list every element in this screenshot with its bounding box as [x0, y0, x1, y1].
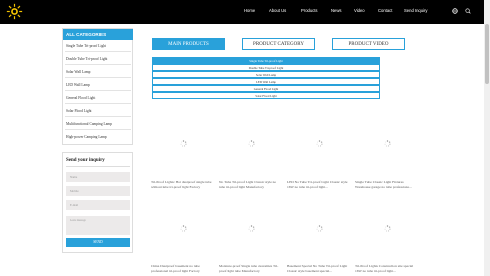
product-caption[interactable]: LED No Tube Tri-proof Light Classic styl… [287, 180, 351, 190]
inquiry-form: Send your inquiry Name Mobile E-mail Lea… [62, 152, 133, 253]
tab-main-products[interactable]: MAIN PRODUCTS [152, 38, 225, 50]
sub-item[interactable]: Solar Flood Light [152, 92, 380, 99]
product-caption[interactable]: Moisture-proof Single tube customize Tri… [219, 264, 283, 274]
loading-spinner-icon [384, 140, 391, 147]
product-caption[interactable]: China Dustproof basement no tube profess… [151, 264, 215, 274]
loading-spinner-icon [180, 140, 187, 147]
scrollbar-thumb[interactable] [485, 24, 489, 84]
category-item[interactable]: High-power Camping Lamp [65, 131, 131, 143]
product-caption[interactable]: Tri-Proof Lights Construction site speci… [355, 264, 419, 274]
logo-icon[interactable] [6, 3, 23, 20]
email-field[interactable]: E-mail [66, 200, 130, 210]
loading-spinner-icon [316, 225, 323, 232]
inquiry-title: Send your inquiry [66, 158, 105, 163]
product-caption[interactable]: Single Tube Classic Light Fixtures Wareh… [355, 180, 419, 190]
message-field[interactable]: Leave message [66, 216, 130, 235]
nav-about-us[interactable]: About Us [269, 8, 286, 14]
product-caption[interactable]: Tri-Proof Lights: Hot dustproof single t… [151, 180, 215, 190]
nav-send-inquiry[interactable]: Send Inquiry [404, 8, 428, 14]
loading-spinner-icon [384, 225, 391, 232]
loading-spinner-icon [248, 225, 255, 232]
nav-news[interactable]: News [331, 8, 341, 14]
category-item[interactable]: Multifunctional Camping Lamp [65, 118, 131, 130]
send-button[interactable]: SEND [66, 238, 130, 247]
sub-item[interactable]: Solar Wall Lamp [152, 71, 380, 78]
nav-home[interactable]: Home [244, 8, 255, 14]
product-caption[interactable]: Basement Special No Tube Tri-proof Light… [287, 264, 351, 274]
sub-item[interactable]: LED Wall Lamp [152, 78, 380, 85]
category-item[interactable]: LED Wall Lamp [65, 79, 131, 91]
tab-product-video[interactable]: PRODUCT VIDEO [332, 38, 405, 50]
category-item[interactable]: Solar Wall Lamp [65, 66, 131, 78]
product-caption[interactable]: No Tube Tri-proof Light Classic style no… [219, 180, 283, 190]
search-icon[interactable] [465, 8, 471, 14]
name-field[interactable]: Name [66, 172, 130, 182]
nav-contact[interactable]: Contact [378, 8, 392, 14]
all-categories-title: ALL CATEGORIES [63, 29, 133, 40]
category-item[interactable]: General Flood Light [65, 92, 131, 104]
sub-item[interactable]: Single Tube Tri-proof Light [152, 57, 380, 64]
site-header: Home About Us Products News Video Contac… [0, 0, 490, 24]
divider [66, 166, 130, 167]
sub-item[interactable]: General Flood Light [152, 85, 380, 92]
loading-spinner-icon [316, 140, 323, 147]
main-nav: Home About Us Products News Video Contac… [230, 0, 490, 24]
globe-icon[interactable] [452, 8, 458, 14]
tab-product-category[interactable]: PRODUCT CATEGORY [242, 38, 315, 50]
category-item[interactable]: Double Tube Tri-proof Light [65, 53, 131, 65]
nav-video[interactable]: Video [354, 8, 365, 14]
nav-products[interactable]: Products [301, 8, 318, 14]
category-item[interactable]: Single Tube Tri-proof Light [65, 40, 131, 52]
mobile-field[interactable]: Mobile [66, 186, 130, 196]
loading-spinner-icon [248, 140, 255, 147]
all-categories-panel: ALL CATEGORIES Single Tube Tri-proof Lig… [62, 28, 133, 145]
category-item[interactable]: Solar Flood Light [65, 105, 131, 117]
scrollbar-track[interactable] [484, 0, 490, 276]
loading-spinner-icon [180, 225, 187, 232]
sub-item[interactable]: Double Tube Tri-proof Light [152, 64, 380, 71]
